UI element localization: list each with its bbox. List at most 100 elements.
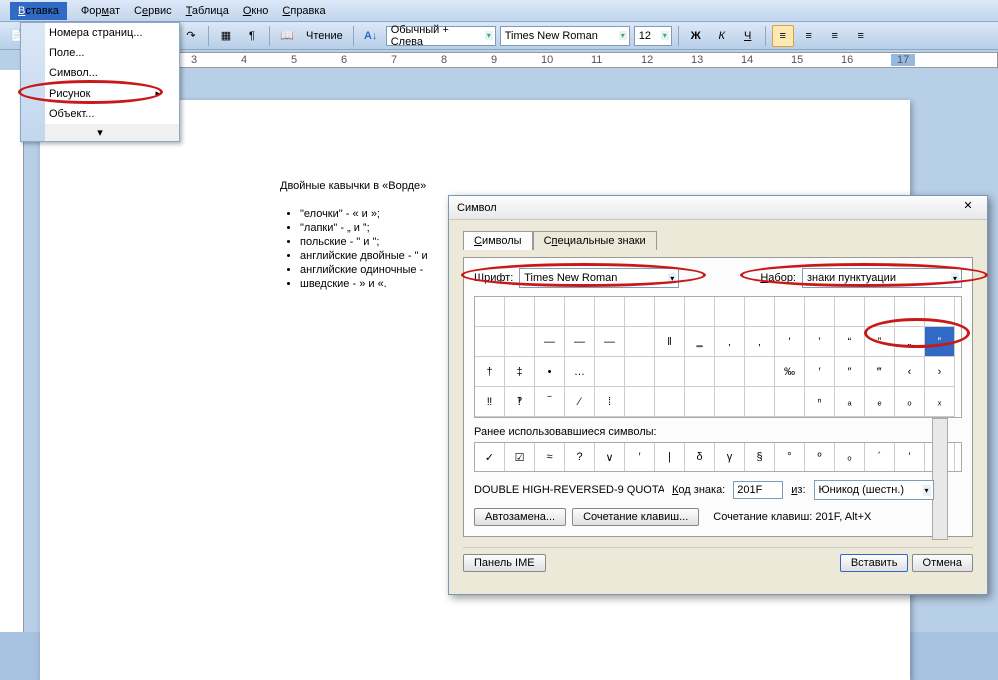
recent-cell[interactable]: γ (715, 443, 745, 471)
recent-cell[interactable]: | (655, 443, 685, 471)
recent-cell[interactable]: § (745, 443, 775, 471)
symbol-cell[interactable] (685, 297, 715, 327)
align-right-icon[interactable]: ≡ (824, 25, 846, 47)
ime-panel-button[interactable]: Панель IME (463, 554, 546, 572)
toolbar-btn[interactable]: ▦ (215, 25, 237, 47)
cancel-button[interactable]: Отмена (912, 554, 973, 572)
symbol-cell[interactable] (565, 297, 595, 327)
size-combo[interactable]: 12 (634, 26, 672, 46)
symbol-cell[interactable] (625, 357, 655, 387)
paragraph-icon[interactable]: ¶ (241, 25, 263, 47)
symbol-cell[interactable] (685, 387, 715, 417)
symbol-cell[interactable]: ‾ (535, 387, 565, 417)
menu-insert[interactable]: Вставка (10, 2, 67, 20)
symbol-cell[interactable]: ' (775, 327, 805, 357)
vertical-ruler[interactable] (0, 70, 24, 632)
symbol-cell[interactable] (925, 297, 955, 327)
symbol-cell[interactable] (745, 357, 775, 387)
tab-special[interactable]: Специальные знаки (533, 231, 657, 250)
symbol-cell[interactable]: ‹ (895, 357, 925, 387)
menu-format[interactable]: Формат (81, 5, 120, 17)
symbol-cell[interactable]: “ (835, 327, 865, 357)
symbol-cell[interactable] (625, 387, 655, 417)
symbol-cell[interactable]: ₑ (865, 387, 895, 417)
symbol-cell[interactable]: ‖ (655, 327, 685, 357)
set-select[interactable]: знаки пунктуации (802, 268, 962, 288)
style-icon[interactable]: A↓ (360, 25, 382, 47)
ruler[interactable]: 123 456 789 101112 131415 1617 (40, 52, 998, 68)
symbol-cell[interactable]: ‟ (925, 327, 955, 357)
symbol-cell[interactable] (655, 357, 685, 387)
symbol-cell[interactable] (505, 327, 535, 357)
symbol-cell[interactable]: † (475, 357, 505, 387)
underline-button[interactable]: Ч (737, 25, 759, 47)
symbol-cell[interactable] (775, 387, 805, 417)
recent-cell[interactable]: ′ (625, 443, 655, 471)
toolbar-btn[interactable]: ↷ (180, 25, 202, 47)
recent-cell[interactable]: ‛ (895, 443, 925, 471)
recent-cell[interactable]: ° (775, 443, 805, 471)
symbol-cell[interactable] (865, 297, 895, 327)
symbol-cell[interactable]: — (535, 327, 565, 357)
symbol-cell[interactable] (655, 297, 685, 327)
symbol-cell[interactable] (625, 327, 655, 357)
symbol-cell[interactable] (745, 297, 775, 327)
shortcut-button[interactable]: Сочетание клавиш... (572, 508, 699, 526)
symbol-cell[interactable] (685, 357, 715, 387)
symbol-cell[interactable]: ′ (805, 357, 835, 387)
symbol-cell[interactable] (595, 297, 625, 327)
recent-cell[interactable]: º (805, 443, 835, 471)
symbol-cell[interactable]: ″ (835, 357, 865, 387)
symbol-cell[interactable]: ‗ (685, 327, 715, 357)
tab-symbols[interactable]: Символы (463, 231, 533, 250)
insert-button[interactable]: Вставить (840, 554, 909, 572)
symbol-cell[interactable] (745, 387, 775, 417)
symbol-cell[interactable] (895, 297, 925, 327)
dialog-titlebar[interactable]: Символ ✕ (449, 196, 987, 220)
symbol-cell[interactable]: ‡ (505, 357, 535, 387)
symbol-cell[interactable] (715, 297, 745, 327)
symbol-cell[interactable]: ₐ (835, 387, 865, 417)
bold-button[interactable]: Ж (685, 25, 707, 47)
symbol-cell[interactable]: — (595, 327, 625, 357)
symbol-cell[interactable]: ₒ (895, 387, 925, 417)
symbol-cell[interactable]: „ (895, 327, 925, 357)
recent-cell[interactable]: ∨ (595, 443, 625, 471)
symbol-cell[interactable] (505, 297, 535, 327)
align-center-icon[interactable]: ≡ (798, 25, 820, 47)
recent-cell[interactable]: ✓ (475, 443, 505, 471)
italic-button[interactable]: К (711, 25, 733, 47)
code-input[interactable] (733, 481, 783, 499)
symbol-cell[interactable]: ‰ (775, 357, 805, 387)
symbol-cell[interactable]: ⁞ (595, 387, 625, 417)
symbol-cell[interactable]: ” (865, 327, 895, 357)
symbol-cell[interactable] (775, 297, 805, 327)
recent-grid[interactable]: ✓☑≈?∨′|δγ§°ºₒ´‛‹ (474, 442, 962, 472)
symbol-cell[interactable] (475, 297, 505, 327)
menu-symbol[interactable]: Символ... (21, 63, 179, 83)
symbol-cell[interactable] (655, 387, 685, 417)
menu-window[interactable]: Окно (243, 5, 269, 17)
symbol-cell[interactable] (625, 297, 655, 327)
recent-cell[interactable]: ? (565, 443, 595, 471)
symbol-cell[interactable]: ‚ (715, 327, 745, 357)
menu-service[interactable]: Сервис (134, 5, 172, 17)
symbol-cell[interactable]: ― (565, 327, 595, 357)
align-left-icon[interactable]: ≡ (772, 25, 794, 47)
book-icon[interactable]: 📖 (276, 25, 298, 47)
symbol-cell[interactable]: ‛ (805, 327, 835, 357)
autocorrect-button[interactable]: Автозамена... (474, 508, 566, 526)
symbol-cell[interactable] (535, 297, 565, 327)
align-justify-icon[interactable]: ≡ (850, 25, 872, 47)
recent-cell[interactable]: ₒ (835, 443, 865, 471)
font-select[interactable]: Times New Roman (519, 268, 679, 288)
symbol-cell[interactable]: ‴ (865, 357, 895, 387)
symbol-cell[interactable] (805, 297, 835, 327)
symbol-cell[interactable]: ‼ (475, 387, 505, 417)
recent-cell[interactable]: δ (685, 443, 715, 471)
symbol-grid[interactable]: —―—‖‗‚‚'‛“”„‟†‡•…‰′″‴‹›‼‽‾⁄⁞ⁿₐₑₒₓ (474, 296, 962, 418)
symbol-cell[interactable] (475, 327, 505, 357)
symbol-cell[interactable] (715, 387, 745, 417)
symbol-cell[interactable]: › (925, 357, 955, 387)
symbol-cell[interactable]: ⁿ (805, 387, 835, 417)
